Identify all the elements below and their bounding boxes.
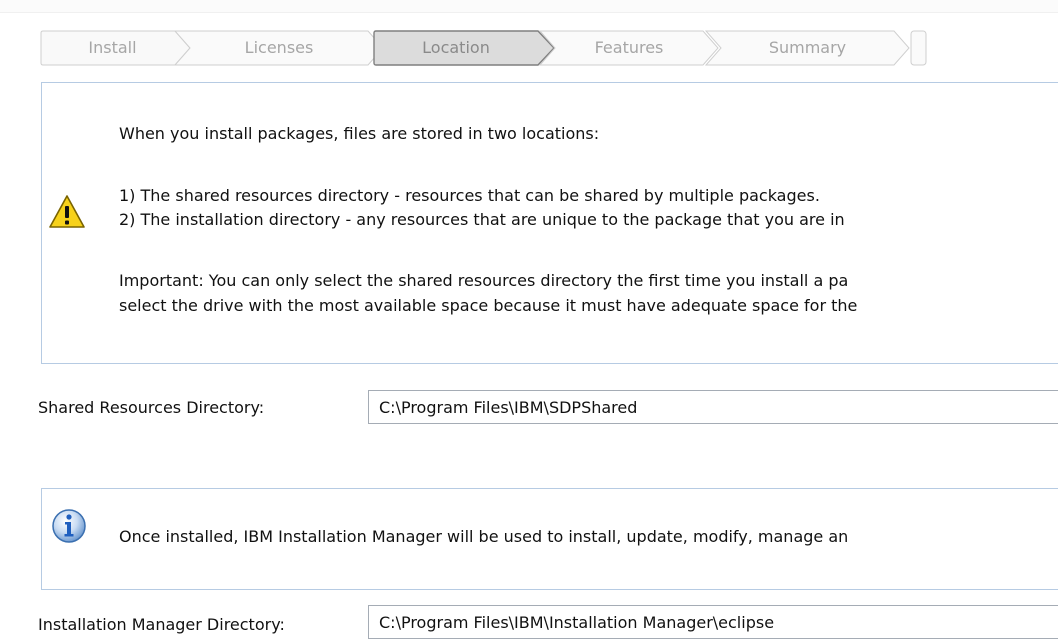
warning-icon	[49, 195, 85, 228]
step-features-label: Features	[594, 38, 664, 57]
step-features[interactable]: Features	[538, 30, 720, 66]
info-message: Once installed, IBM Installation Manager…	[119, 527, 849, 546]
info-icon	[52, 509, 86, 543]
warning-install-dir-text: 2) The installation directory - any reso…	[119, 210, 845, 229]
installation-manager-label: Installation Manager Directory:	[38, 615, 285, 634]
step-install[interactable]: Install	[40, 30, 192, 66]
top-strip	[0, 0, 1058, 13]
step-location[interactable]: Location	[373, 30, 558, 66]
installer-location-page: Install Licenses Location Features Summa	[0, 0, 1058, 639]
warning-drive-text: select the drive with the most available…	[119, 296, 858, 315]
warning-shared-dir-text: 1) The shared resources directory - reso…	[119, 186, 820, 205]
step-location-label: Location	[422, 38, 490, 57]
step-licenses[interactable]: Licenses	[173, 30, 385, 66]
shared-resources-label: Shared Resources Directory:	[38, 398, 265, 417]
shared-resources-input[interactable]	[368, 390, 1058, 424]
step-summary-label: Summary	[768, 38, 847, 57]
step-install-label: Install	[88, 38, 137, 57]
step-licenses-label: Licenses	[244, 38, 314, 57]
step-end-cap-shape	[910, 30, 927, 66]
warning-important-text: Important: You can only select the share…	[119, 271, 849, 290]
step-end-cap	[910, 30, 930, 66]
warning-intro-text: When you install packages, files are sto…	[119, 124, 600, 143]
step-summary[interactable]: Summary	[704, 30, 911, 66]
installation-manager-input[interactable]	[368, 605, 1058, 639]
